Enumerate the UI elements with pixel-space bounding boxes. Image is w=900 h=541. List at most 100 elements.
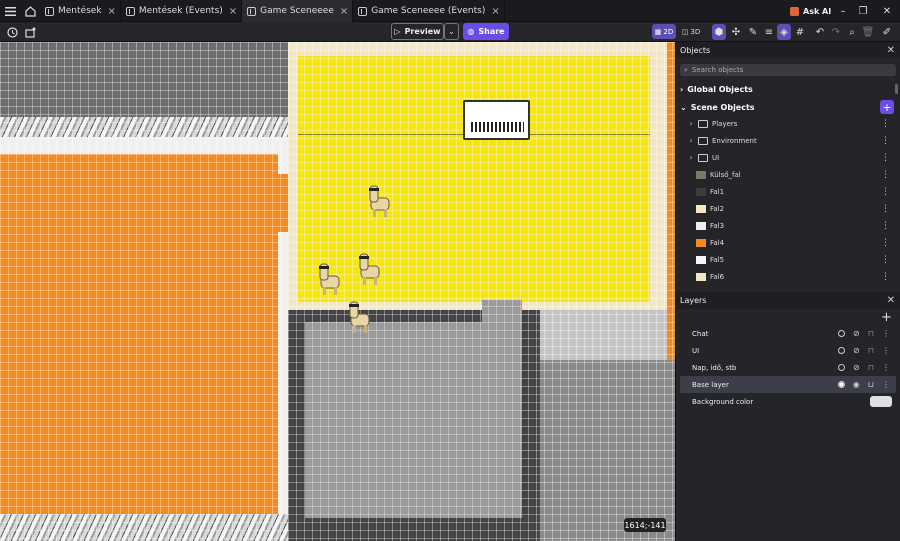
lock-icon[interactable]: ⊓ <box>868 363 874 372</box>
lock-icon[interactable]: ⊓ <box>868 329 874 338</box>
close-icon[interactable]: ✕ <box>887 45 895 56</box>
tab-game-scene-events[interactable]: Game Sceneeee (Events) × <box>353 0 505 22</box>
more-icon[interactable]: ⋮ <box>881 153 890 163</box>
llama-sprite[interactable] <box>366 182 392 220</box>
eye-icon[interactable]: ◉ <box>853 380 860 389</box>
zoom-icon[interactable]: ⌕ <box>845 24 859 40</box>
tab-mentesek-events[interactable]: Mentések (Events) × <box>121 0 243 22</box>
more-icon[interactable]: ⋮ <box>881 119 890 129</box>
more-icon[interactable]: ⋮ <box>881 170 890 180</box>
tab-game-scene[interactable]: Game Sceneeee × <box>242 0 354 22</box>
object-label: Külső_fal <box>710 170 741 179</box>
more-icon[interactable]: ⋮ <box>882 363 890 372</box>
background-color-swatch[interactable] <box>870 396 892 407</box>
folder-players[interactable]: › Players ⋮ <box>676 115 894 132</box>
more-icon[interactable]: ⋮ <box>881 238 890 248</box>
object-thumbnail <box>696 170 706 179</box>
folder-ui[interactable]: › UI ⋮ <box>676 149 894 166</box>
add-layer-button[interactable]: + <box>881 310 892 325</box>
layer-row[interactable]: Chat ⊘ ⊓ ⋮ <box>680 325 896 342</box>
select-layer-radio[interactable] <box>838 364 846 371</box>
close-icon[interactable]: ✕ <box>887 295 895 306</box>
mode-3d-button[interactable]: ◫ 3D <box>678 24 704 39</box>
object-item[interactable]: Fal2 ⋮ <box>676 200 894 217</box>
window-close-icon[interactable]: ✕ <box>876 0 898 22</box>
more-icon[interactable]: ⋮ <box>882 380 890 389</box>
scene-objects-section[interactable]: ⌄ Scene Objects <box>680 99 898 115</box>
maximize-icon[interactable]: ❐ <box>852 0 874 22</box>
piano-object[interactable] <box>463 100 530 140</box>
ask-ai-button[interactable]: Ask AI <box>790 0 831 22</box>
edit-icon[interactable]: ✎ <box>746 24 760 40</box>
instances-icon[interactable]: ⬢ <box>712 24 726 40</box>
add-object-button[interactable]: + <box>880 100 894 114</box>
llama-sprite[interactable] <box>356 250 382 288</box>
section-label: Scene Objects <box>690 102 755 112</box>
gray-doorway <box>482 300 522 324</box>
objects-scrollbar[interactable] <box>895 84 898 94</box>
grid-toggle-icon[interactable]: # <box>793 24 807 40</box>
more-icon[interactable]: ⋮ <box>882 329 890 338</box>
object-thumbnail <box>696 204 706 213</box>
object-label: Fal5 <box>710 255 725 264</box>
more-icon[interactable]: ⋮ <box>881 204 890 214</box>
mode-2d-button[interactable]: ▦ 2D <box>652 24 676 39</box>
select-layer-radio[interactable] <box>837 381 845 388</box>
folder-environment[interactable]: › Environment ⋮ <box>676 132 894 149</box>
eye-off-icon[interactable]: ⊘ <box>853 346 860 355</box>
more-icon[interactable]: ⋮ <box>881 272 890 282</box>
search-objects-input[interactable]: ⌕ Search objects <box>680 64 896 76</box>
folder-label: UI <box>712 153 720 162</box>
folder-label: Players <box>712 119 738 128</box>
object-item[interactable]: Fal1 ⋮ <box>676 183 894 200</box>
object-item[interactable]: Külső_fal ⋮ <box>676 166 894 183</box>
export-icon[interactable] <box>23 24 37 40</box>
close-icon[interactable]: × <box>108 6 116 17</box>
object-item[interactable]: Fal6 ⋮ <box>676 268 894 285</box>
layer-row[interactable]: Nap, idő, stb ⊘ ⊓ ⋮ <box>680 359 896 376</box>
more-icon[interactable]: ⋮ <box>881 221 890 231</box>
home-icon[interactable] <box>20 0 40 22</box>
scene-canvas[interactable] <box>0 42 675 541</box>
preview-button[interactable]: ▷ Preview <box>391 23 444 40</box>
layers-icon[interactable]: ◈ <box>777 24 791 40</box>
eye-off-icon[interactable]: ⊘ <box>853 363 860 372</box>
more-icon[interactable]: ⋮ <box>881 187 890 197</box>
global-objects-section[interactable]: › Global Objects <box>680 81 898 97</box>
delete-icon[interactable]: 🗑 <box>861 24 875 40</box>
menu-icon[interactable] <box>0 0 20 22</box>
share-button[interactable]: ◍ Share <box>463 23 509 40</box>
close-icon[interactable]: × <box>491 6 499 17</box>
more-icon[interactable]: ⋮ <box>881 136 890 146</box>
unlock-icon[interactable]: ⊔ <box>868 380 874 389</box>
select-layer-radio[interactable] <box>838 347 846 354</box>
undo-icon[interactable]: ↶ <box>813 24 827 40</box>
tab-mentesek[interactable]: Mentések × <box>40 0 121 22</box>
properties-icon[interactable]: ≡ <box>762 24 776 40</box>
preview-options-button[interactable]: ⌄ <box>444 23 459 40</box>
history-icon[interactable] <box>5 24 19 40</box>
more-icon[interactable]: ⋮ <box>881 255 890 265</box>
close-icon[interactable]: × <box>340 6 348 17</box>
layers-panel-title: Layers <box>680 296 707 305</box>
redo-icon[interactable]: ↷ <box>829 24 843 40</box>
settings-edit-icon[interactable]: ✐ <box>880 24 894 40</box>
object-item[interactable]: Fal4 ⋮ <box>676 234 894 251</box>
lock-icon[interactable]: ⊓ <box>868 346 874 355</box>
globe-icon: ◍ <box>467 27 475 36</box>
eye-off-icon[interactable]: ⊘ <box>853 329 860 338</box>
close-icon[interactable]: × <box>229 6 237 17</box>
minimize-icon[interactable]: – <box>832 0 854 22</box>
object-item[interactable]: Fal5 ⋮ <box>676 251 894 268</box>
more-icon[interactable]: ⋮ <box>882 346 890 355</box>
object-label: Fal4 <box>710 238 725 247</box>
layer-row[interactable]: UI ⊘ ⊓ ⋮ <box>680 342 896 359</box>
layer-row-selected[interactable]: Base layer ◉ ⊔ ⋮ <box>680 376 896 393</box>
llama-sprite[interactable] <box>316 260 342 298</box>
events-icon <box>125 6 135 16</box>
select-layer-radio[interactable] <box>838 330 846 337</box>
chevron-right-icon: › <box>689 136 693 145</box>
llama-sprite[interactable] <box>346 298 372 336</box>
object-item[interactable]: Fal3 ⋮ <box>676 217 894 234</box>
objects-icon[interactable]: ✣ <box>729 24 743 40</box>
